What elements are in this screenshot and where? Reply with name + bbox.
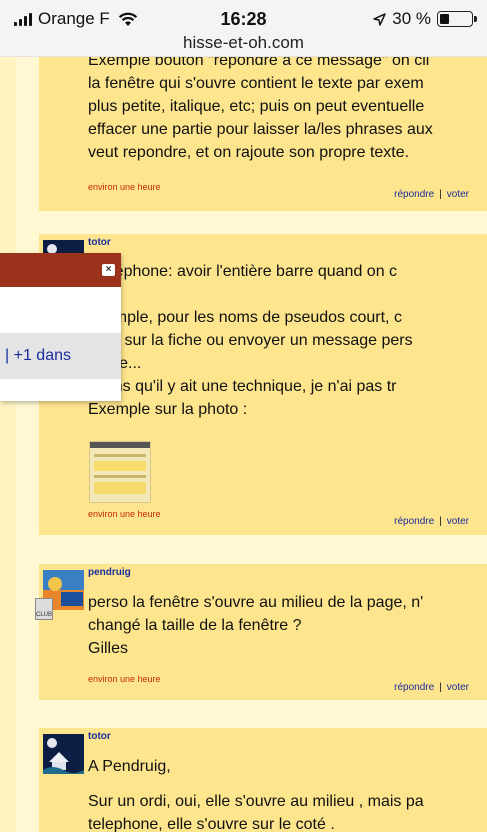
post-line: changé la taille de la fenêtre ? [88,617,302,634]
post-line: effacer une partie pour laisser la/les p… [88,121,433,138]
address-bar[interactable]: hisse-et-oh.com [0,33,487,57]
popup-footer[interactable]: | +1 dans [0,333,121,379]
popup-header: × [0,253,121,287]
club-badge-icon: CLUB [35,598,53,620]
post-time: environ une heure [88,182,161,192]
post-line: udo. [88,283,413,306]
post-line: exemple, pour les noms de pseudos court,… [88,309,402,326]
reply-link[interactable]: répondre [394,682,434,693]
forum-post: CLUB pendruig perso la fenêtre s'ouvre a… [35,564,487,700]
post-line: Exemple sur la photo : [88,401,248,418]
status-right: 30 % [373,9,477,29]
post-line: la fenêtre qui s'ouvre contient le texte… [88,75,424,92]
post-line: Gilles [88,640,129,657]
vote-link[interactable]: voter [447,682,469,693]
post-author[interactable]: totor [88,731,111,742]
forum-post: Exemple bouton "repondre à ce message" o… [39,57,487,211]
post-line: plus petite, italique, etc; puis on peut… [88,98,425,115]
battery-percent: 30 % [392,9,431,28]
post-line: veut repondre, et on rajoute son propre … [88,144,410,161]
status-bar: Orange F 16:28 30 % [0,0,487,33]
post-actions: répondre | voter [394,516,469,527]
forum-post: totor A Pendruig, Sur un ordi, oui, elle… [39,728,487,832]
post-line: cadre... [88,352,413,375]
post-line: r téléphone: avoir l'entière barre quand… [88,263,398,280]
post-body: A Pendruig, Sur un ordi, oui, elle s'ouv… [88,755,424,832]
post-author[interactable]: totor [88,237,111,248]
popup-window: × | +1 dans [0,253,121,401]
page-content: Exemple bouton "repondre à ce message" o… [0,57,487,832]
battery-icon [437,11,477,27]
post-line: Exemple bouton "repondre à ce message" o… [88,57,430,69]
location-arrow-icon [373,12,386,26]
post-line: A Pendruig, [88,758,171,775]
vote-link[interactable]: voter [447,516,469,527]
post-body: Exemple bouton "repondre à ce message" o… [88,57,433,164]
post-time: environ une heure [88,674,161,684]
post-time: environ une heure [88,509,161,519]
post-body: r téléphone: avoir l'entière barre quand… [88,260,413,421]
avatar[interactable] [43,734,84,774]
attached-photo-thumbnail[interactable] [89,441,151,503]
post-line: perso la fenêtre s'ouvre au milieu de la… [88,594,424,611]
vote-link[interactable]: voter [447,189,469,200]
post-line: moins qu'il y ait une technique, je n'ai… [88,378,397,395]
post-line: Sur un ordi, oui, elle s'ouvre au milieu… [88,793,424,810]
reply-link[interactable]: répondre [394,189,434,200]
post-actions: répondre | voter [394,189,469,200]
post-line: quer sur la fiche ou envoyer un message … [88,332,413,349]
close-button[interactable]: × [102,264,115,276]
left-margin-strip [0,57,16,832]
post-line: telephone, elle s'ouvre sur le coté . [88,816,335,832]
post-actions: répondre | voter [394,682,469,693]
post-body: perso la fenêtre s'ouvre au milieu de la… [88,591,423,660]
post-author[interactable]: pendruig [88,567,131,578]
reply-link[interactable]: répondre [394,516,434,527]
